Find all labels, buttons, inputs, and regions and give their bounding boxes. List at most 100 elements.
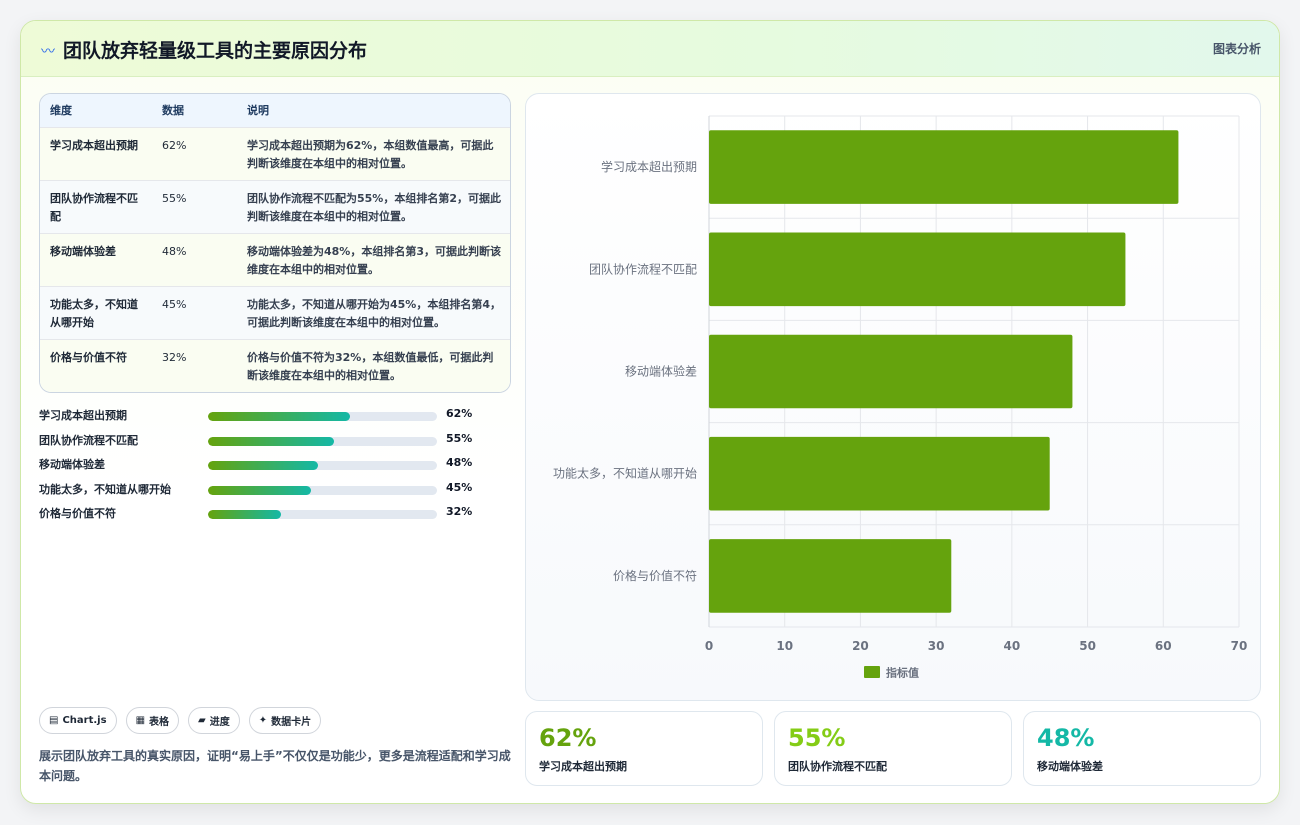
progress-icon: ▰ — [198, 715, 206, 726]
stat-card: 48% 移动端体验差 — [1023, 711, 1261, 786]
chart-analysis-tag: 图表分析 — [1212, 42, 1261, 56]
col-header-note: 说明 — [247, 104, 269, 118]
badge-progress[interactable]: ▰ 进度 — [188, 707, 240, 734]
table-header-row: 维度 数据 说明 — [40, 94, 510, 127]
bar — [709, 334, 1073, 409]
table-row: 团队协作流程不匹配 55% 团队协作流程不匹配为55%，本组排名第2，可据此判断… — [40, 180, 510, 233]
progress-item: 移动端体验差 48% — [39, 452, 511, 477]
badge-label: 进度 — [209, 717, 230, 728]
table-row: 功能太多，不知道从哪开始 45% 功能太多，不知道从哪开始为45%，本组排名第4… — [40, 286, 510, 339]
feature-badges: ▤ Chart.js ▦ 表格 ▰ 进度 ✦ 数据卡片 — [39, 707, 322, 734]
y-category-label: 移动端体验差 — [625, 364, 697, 379]
bar-chart-panel: 0 10 20 30 40 50 60 70 学习成本超出预期 团队协作流程不匹配 移动端体验差 功能… — [525, 93, 1261, 701]
chart-icon: ▤ — [49, 715, 59, 726]
progress-item: 团队协作流程不匹配 55% — [39, 428, 511, 453]
cell-value: 32% — [162, 350, 187, 364]
badge-label: Chart.js — [62, 715, 107, 726]
progress-value: 45% — [446, 480, 473, 494]
cell-value: 62% — [162, 138, 187, 152]
cell-note: 功能太多，不知道从哪开始为45%，本组排名第4，可据此判断该维度在本组中的相对位… — [247, 297, 501, 329]
cell-value: 48% — [162, 244, 187, 258]
cell-value: 45% — [162, 297, 187, 311]
chart-trend-icon: 〰 — [41, 44, 55, 60]
cell-note: 价格与价值不符为32%，本组数值最低，可据此判断该维度在本组中的相对位置。 — [247, 350, 494, 382]
badge-table[interactable]: ▦ 表格 — [125, 707, 180, 734]
progress-label: 学习成本超出预期 — [39, 409, 127, 422]
x-tick-label: 50 — [1079, 639, 1096, 653]
progress-fill — [208, 485, 312, 495]
page-title: 团队放弃轻量级工具的主要原因分布 — [63, 40, 368, 62]
progress-value: 48% — [446, 456, 473, 470]
badge-data-card[interactable]: ✦ 数据卡片 — [248, 707, 322, 734]
progress-fill — [208, 461, 318, 471]
progress-list: 学习成本超出预期 62% 团队协作流程不匹配 55% 移动端体验差 48% 功能… — [39, 403, 511, 526]
stat-value: 55% — [788, 724, 846, 752]
table-row: 学习成本超出预期 62% 学习成本超出预期为62%，本组数值最高，可据此判断该维… — [40, 127, 510, 180]
progress-track — [208, 510, 437, 520]
progress-track — [208, 412, 437, 421]
col-header-value: 数据 — [162, 104, 184, 118]
cell-dimension: 功能太多，不知道从哪开始 — [50, 297, 138, 329]
cell-dimension: 团队协作流程不匹配 — [50, 191, 138, 223]
progress-fill — [208, 412, 350, 421]
legend-label: 指标值 — [886, 666, 919, 680]
sparkle-icon: ✦ — [258, 715, 268, 726]
progress-track — [208, 485, 437, 495]
progress-value: 32% — [446, 505, 473, 519]
header: 〰 团队放弃轻量级工具的主要原因分布 图表分析 — [21, 21, 1279, 77]
col-header-dimension: 维度 — [50, 104, 72, 118]
y-category-label: 学习成本超出预期 — [601, 159, 697, 174]
stat-label: 团队协作流程不匹配 — [788, 760, 887, 773]
y-category-label: 功能太多，不知道从哪开始 — [553, 466, 697, 481]
badge-chartjs[interactable]: ▤ Chart.js — [39, 707, 117, 734]
progress-label: 移动端体验差 — [39, 458, 105, 472]
progress-label: 价格与价值不符 — [39, 507, 116, 521]
bar — [709, 130, 1179, 204]
progress-track — [208, 461, 437, 471]
progress-fill — [208, 510, 282, 520]
stat-value: 62% — [539, 724, 597, 752]
x-tick-label: 0 — [705, 639, 713, 653]
cell-value: 55% — [162, 191, 187, 205]
stat-value: 48% — [1037, 724, 1095, 752]
badge-label: 表格 — [149, 717, 170, 728]
x-tick-label: 20 — [852, 639, 869, 653]
progress-label: 功能太多，不知道从哪开始 — [39, 482, 171, 496]
table-row: 移动端体验差 48% 移动端体验差为48%，本组排名第3，可据此判断该维度在本组… — [40, 233, 510, 286]
progress-value: 55% — [446, 431, 473, 445]
progress-item: 学习成本超出预期 62% — [39, 403, 511, 428]
cell-note: 学习成本超出预期为62%，本组数值最高，可据此判断该维度在本组中的相对位置。 — [247, 138, 494, 170]
stat-label: 学习成本超出预期 — [539, 760, 627, 773]
bar — [709, 436, 1050, 511]
x-tick-label: 30 — [928, 639, 945, 653]
progress-item: 价格与价值不符 32% — [39, 501, 511, 526]
table-icon: ▦ — [135, 715, 146, 726]
description-text: 展示团队放弃工具的真实原因，证明“易上手”不仅仅是功能少，更多是流程适配和学习成… — [39, 749, 511, 783]
x-tick-label: 40 — [1004, 639, 1021, 653]
x-tick-label: 60 — [1155, 639, 1172, 653]
cell-note: 团队协作流程不匹配为55%，本组排名第2，可据此判断该维度在本组中的相对位置。 — [247, 191, 501, 223]
cell-dimension: 学习成本超出预期 — [50, 138, 138, 152]
x-tick-label: 10 — [776, 639, 793, 653]
cell-dimension: 价格与价值不符 — [50, 350, 127, 364]
table-row: 价格与价值不符 32% 价格与价值不符为32%，本组数值最低，可据此判断该维度在… — [40, 339, 510, 392]
bar-chart: 0 10 20 30 40 50 60 70 学习成本超出预期团队协作流程不匹配移动端体验差功能… — [553, 115, 1247, 680]
data-table: 维度 数据 说明 学习成本超出预期 62% 学习成本超出预期为62%，本组数值最… — [39, 93, 511, 393]
stat-card: 55% 团队协作流程不匹配 — [774, 711, 1012, 786]
y-category-label: 价格与价值不符 — [613, 568, 697, 583]
cell-note: 移动端体验差为48%，本组排名第3，可据此判断该维度在本组中的相对位置。 — [247, 244, 501, 276]
badge-label: 数据卡片 — [271, 717, 312, 728]
stat-label: 移动端体验差 — [1037, 760, 1103, 773]
main-card: 〰 团队放弃轻量级工具的主要原因分布 图表分析 维度 数据 说明 学习成本超出预… — [20, 20, 1280, 804]
bar — [709, 232, 1126, 307]
cell-dimension: 移动端体验差 — [50, 244, 116, 258]
progress-value: 62% — [446, 407, 473, 420]
legend-swatch — [864, 666, 880, 678]
progress-item: 功能太多，不知道从哪开始 45% — [39, 477, 511, 502]
progress-fill — [208, 436, 334, 446]
bar — [709, 539, 952, 613]
progress-track — [208, 436, 437, 446]
progress-label: 团队协作流程不匹配 — [39, 433, 138, 447]
stat-card: 62% 学习成本超出预期 — [525, 711, 763, 786]
y-category-label: 团队协作流程不匹配 — [589, 261, 697, 276]
